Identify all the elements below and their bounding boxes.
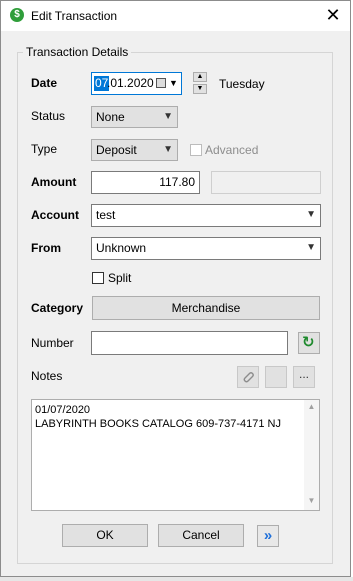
- title-bar: $ Edit Transaction ✕: [1, 1, 350, 31]
- more-button[interactable]: ...: [293, 366, 315, 388]
- number-label: Number: [31, 336, 74, 350]
- amount-label: Amount: [31, 175, 77, 189]
- status-select[interactable]: None ▼: [91, 106, 178, 128]
- from-value: Unknown: [96, 241, 147, 255]
- notes-textarea[interactable]: 01/07/2020 LABYRINTH BOOKS CATALOG 609-7…: [31, 399, 320, 511]
- date-rest: .01.2020: [107, 76, 154, 90]
- status-label: Status: [31, 109, 66, 123]
- paperclip-icon: [243, 372, 254, 383]
- notes-line-2: LABYRINTH BOOKS CATALOG 609-737-4171 NJ: [35, 418, 281, 430]
- split-label: Split: [108, 271, 132, 285]
- category-button[interactable]: Merchandise: [92, 296, 320, 320]
- amount-extra-field: [211, 171, 321, 194]
- chevron-down-icon: ▼: [163, 144, 173, 155]
- account-label: Account: [31, 208, 79, 222]
- scroll-up-icon[interactable]: ▲: [304, 402, 319, 411]
- account-value: test: [96, 208, 116, 222]
- cancel-button[interactable]: Cancel: [158, 524, 244, 547]
- attach-button[interactable]: [237, 366, 259, 388]
- type-label: Type: [31, 142, 58, 156]
- advanced-label: Advanced: [205, 143, 259, 157]
- window-title: Edit Transaction: [31, 9, 118, 23]
- notes-scrollbar[interactable]: ▲ ▼: [304, 400, 319, 510]
- calendar-icon[interactable]: [156, 78, 166, 88]
- status-value: None: [96, 110, 125, 124]
- amount-input[interactable]: 117.80: [91, 171, 200, 194]
- type-value: Deposit: [96, 143, 137, 157]
- weekday-label: Tuesday: [219, 77, 265, 91]
- close-button[interactable]: ✕: [322, 4, 344, 26]
- from-label: From: [31, 241, 61, 255]
- ok-button[interactable]: OK: [62, 524, 148, 547]
- notes-line-1: 01/07/2020: [35, 404, 91, 416]
- spin-up-icon[interactable]: ▲: [193, 72, 207, 82]
- notes-label: Notes: [31, 369, 63, 383]
- refresh-button[interactable]: ↻: [298, 332, 320, 354]
- number-input[interactable]: [91, 331, 288, 355]
- advanced-checkbox[interactable]: [190, 144, 202, 156]
- date-spinner[interactable]: ▲ ▼: [193, 72, 207, 94]
- spin-down-icon[interactable]: ▼: [193, 84, 207, 94]
- category-label: Category: [31, 301, 84, 315]
- app-icon: $: [10, 8, 24, 22]
- scroll-down-icon[interactable]: ▼: [304, 496, 319, 505]
- window-bottom-edge: [0, 577, 353, 581]
- from-select[interactable]: Unknown ▼: [91, 237, 321, 260]
- double-chevron-right-icon[interactable]: »: [257, 525, 279, 547]
- chevron-down-icon: ▼: [163, 111, 173, 122]
- chevron-down-icon: ▼: [306, 242, 316, 253]
- chevron-down-icon: ▼: [306, 209, 316, 220]
- split-checkbox[interactable]: [92, 272, 104, 284]
- type-select[interactable]: Deposit ▼: [91, 139, 178, 161]
- group-label: Transaction Details: [23, 45, 132, 59]
- refresh-icon: ↻: [302, 334, 315, 351]
- account-select[interactable]: test ▼: [91, 204, 321, 227]
- chevron-down-icon[interactable]: ▼: [169, 75, 178, 92]
- date-label: Date: [31, 76, 58, 90]
- blank-tool-button[interactable]: [265, 366, 287, 388]
- date-picker[interactable]: 07 .01.2020 ▼: [91, 72, 182, 95]
